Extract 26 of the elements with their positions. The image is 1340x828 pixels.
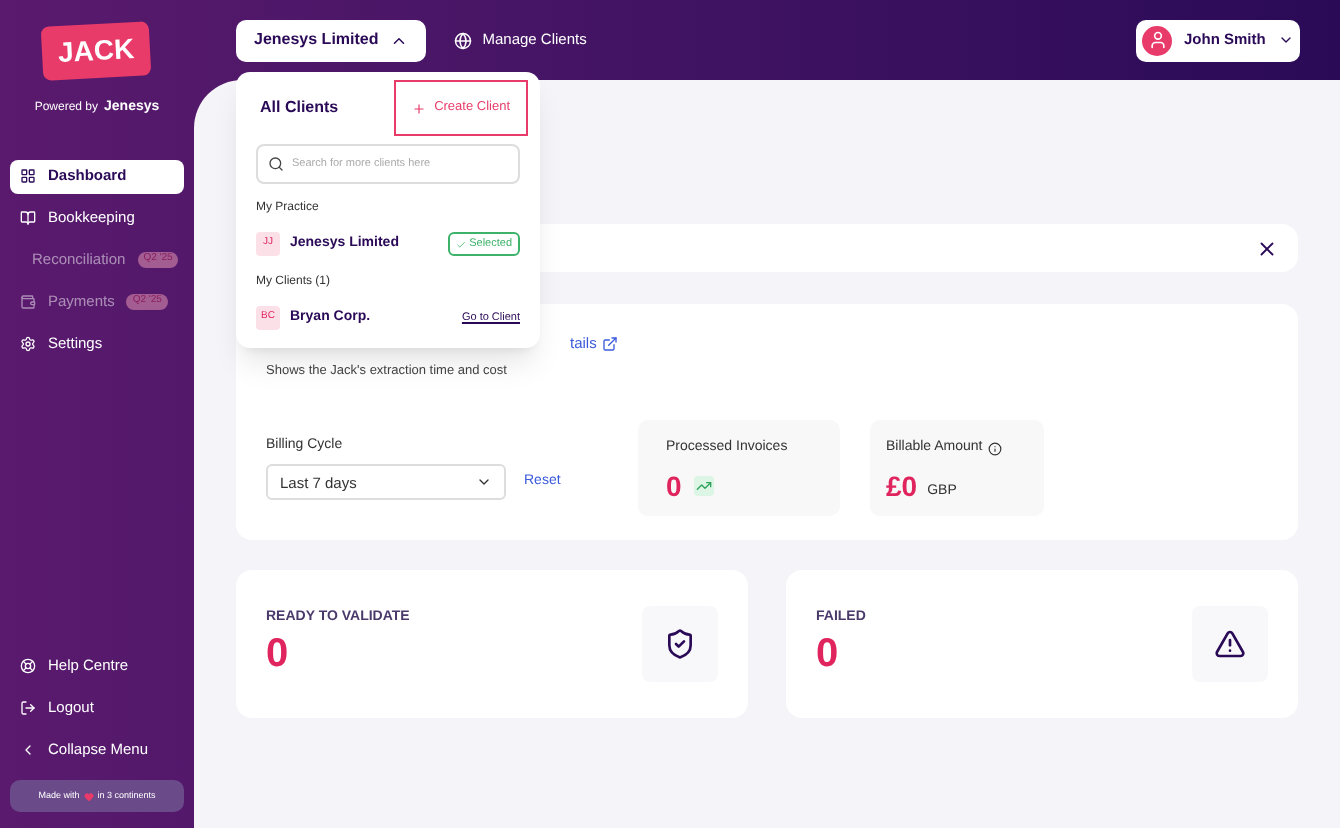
trend-icon [693, 476, 714, 496]
external-link-icon [602, 335, 619, 352]
settings-icon [20, 336, 36, 352]
dropdown-title: All Clients [258, 96, 339, 120]
client-selector[interactable]: Jenesys Limited [236, 19, 427, 61]
chevron-down-icon [1277, 32, 1294, 48]
shield-check-icon [642, 606, 718, 682]
close-icon[interactable] [1256, 237, 1278, 259]
warning-icon [1192, 606, 1268, 682]
stat-value: £0 [886, 467, 918, 505]
grid-icon [20, 168, 36, 184]
search-icon [268, 156, 284, 172]
info-icon [988, 441, 1003, 456]
lifebuoy-icon [20, 658, 36, 674]
chevron-left-icon [20, 742, 36, 758]
wallet-icon [20, 294, 36, 310]
heart-icon [83, 791, 94, 801]
stat-card-value: 0 [816, 630, 841, 681]
plus-icon [412, 101, 427, 115]
logout-icon [20, 700, 36, 716]
stat-value: 0 [666, 467, 682, 505]
globe-icon [454, 31, 473, 49]
logo: JACK [41, 21, 153, 81]
book-icon [20, 210, 36, 226]
avatar-icon [1142, 25, 1172, 55]
stat-card-value: 0 [266, 630, 291, 681]
